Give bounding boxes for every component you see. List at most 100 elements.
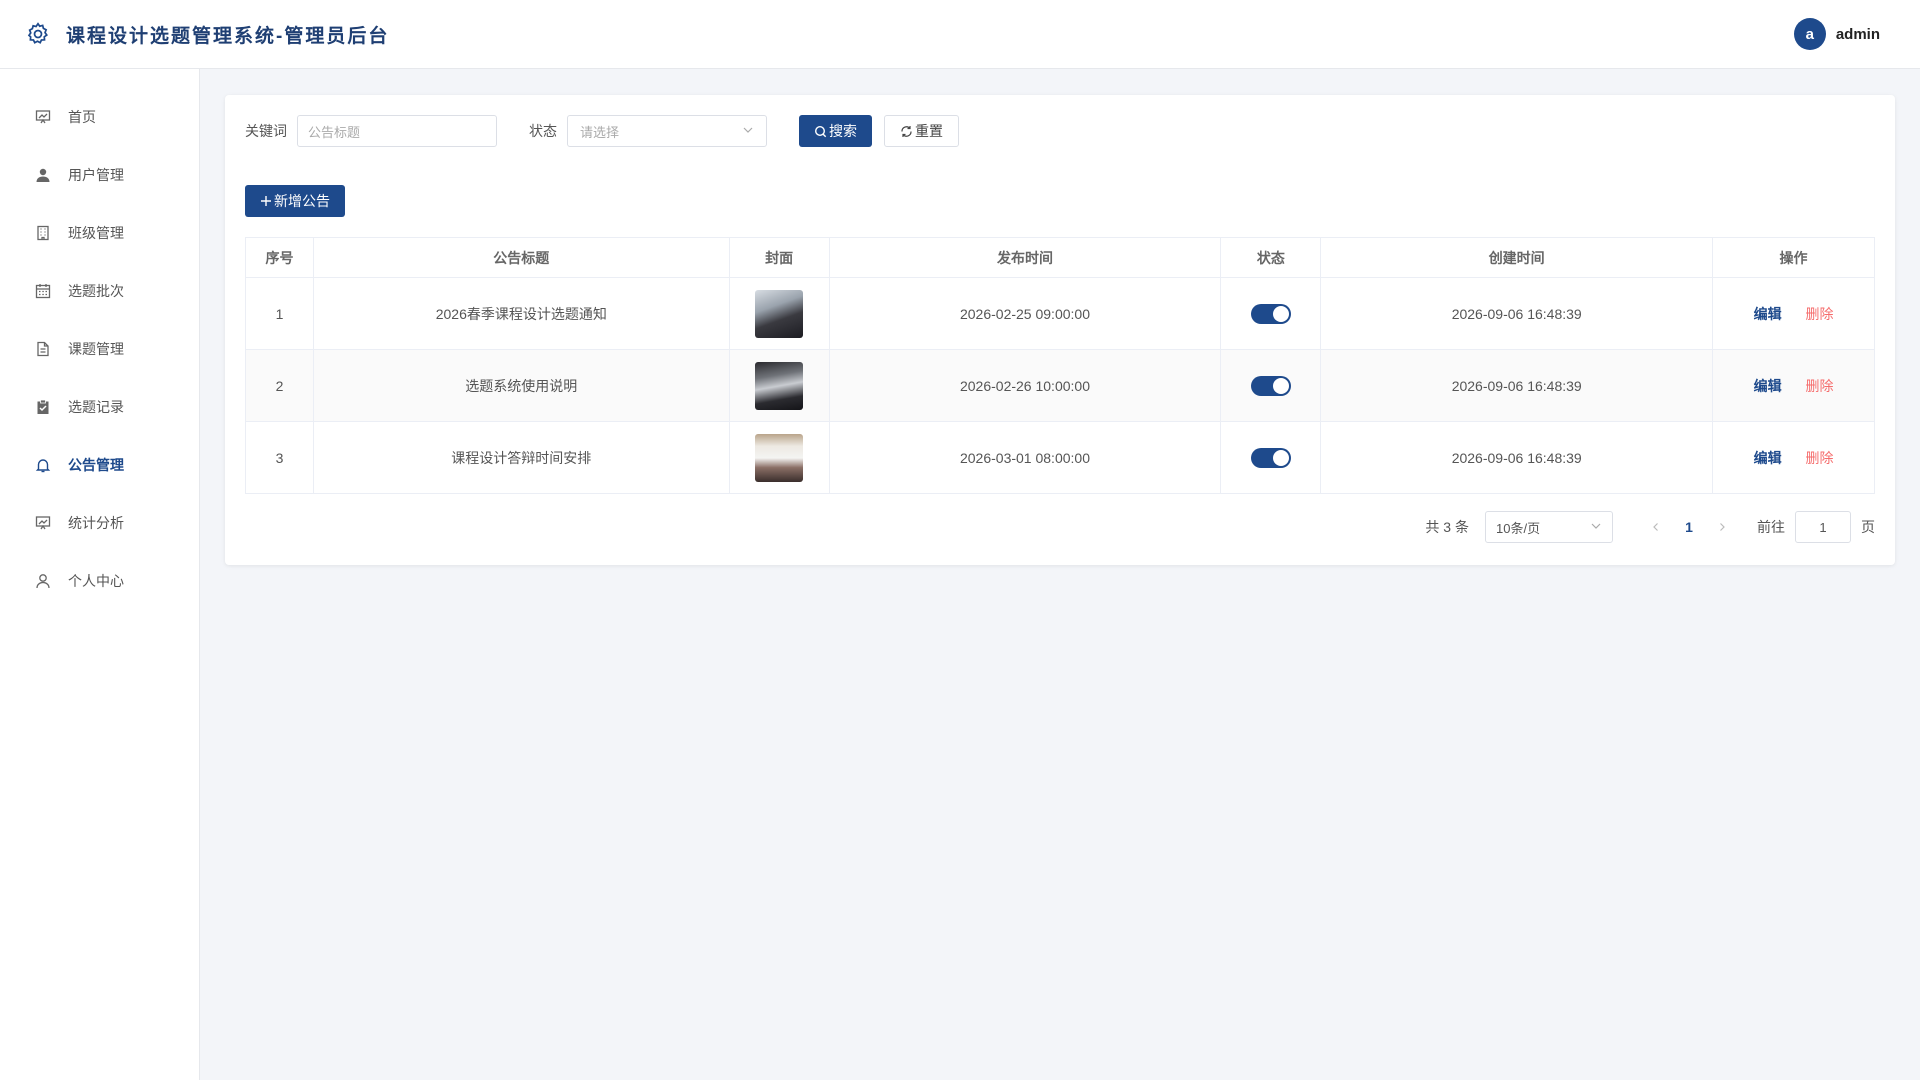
row-status bbox=[1220, 421, 1322, 494]
status-select-placeholder: 请选择 bbox=[580, 124, 620, 140]
sidebar-item-users[interactable]: 用户管理 bbox=[0, 146, 199, 204]
row-actions: 编辑 删除 bbox=[1712, 349, 1875, 422]
gear-icon bbox=[24, 20, 52, 48]
page-size-select[interactable]: 10条/页 bbox=[1485, 511, 1613, 543]
sidebar-item-label: 个人中心 bbox=[68, 573, 124, 589]
row-title: 2026春季课程设计选题通知 bbox=[312, 277, 730, 350]
row-actions: 编辑 删除 bbox=[1712, 277, 1875, 350]
reset-button[interactable]: 重置 bbox=[884, 115, 959, 147]
document-icon bbox=[34, 340, 52, 358]
calendar-icon bbox=[34, 282, 52, 300]
search-button[interactable]: 搜索 bbox=[799, 115, 872, 147]
sidebar-item-records[interactable]: 选题记录 bbox=[0, 378, 199, 436]
search-button-label: 搜索 bbox=[829, 123, 857, 139]
sidebar-item-label: 公告管理 bbox=[68, 457, 124, 473]
column-header-status: 状态 bbox=[1220, 237, 1322, 278]
sidebar-item-label: 首页 bbox=[68, 109, 96, 125]
keyword-label: 关键词 bbox=[245, 123, 287, 139]
announcement-card: 关键词 公告标题 状态 请选择 搜索 重置 新增公告 序号 公告标题 封面 发布… bbox=[225, 95, 1895, 565]
add-button-label: 新增公告 bbox=[274, 193, 330, 209]
sidebar-item-batches[interactable]: 选题批次 bbox=[0, 262, 199, 320]
prev-page-button[interactable] bbox=[1641, 519, 1671, 535]
sidebar-item-home[interactable]: 首页 bbox=[0, 88, 199, 146]
row-status bbox=[1220, 277, 1322, 350]
status-label: 状态 bbox=[529, 123, 557, 139]
edit-button[interactable]: 编辑 bbox=[1754, 450, 1782, 466]
row-index: 2 bbox=[245, 349, 314, 422]
row-created-time: 2026-09-06 16:48:39 bbox=[1320, 349, 1714, 422]
column-header-index: 序号 bbox=[245, 237, 314, 278]
sidebar-item-classes[interactable]: 班级管理 bbox=[0, 204, 199, 262]
delete-button[interactable]: 删除 bbox=[1805, 450, 1833, 466]
goto-label: 前往 bbox=[1757, 519, 1785, 535]
person-outline-icon bbox=[34, 572, 52, 590]
announcement-table: 序号 公告标题 封面 发布时间 状态 创建时间 操作 1 2026春季课程设计选… bbox=[245, 237, 1875, 494]
sidebar-item-topics[interactable]: 课题管理 bbox=[0, 320, 199, 378]
column-header-cover: 封面 bbox=[728, 237, 830, 278]
column-header-actions: 操作 bbox=[1712, 237, 1875, 278]
plus-icon bbox=[260, 195, 272, 207]
cover-thumbnail[interactable] bbox=[755, 361, 804, 410]
sidebar-item-announcements[interactable]: 公告管理 bbox=[0, 436, 199, 494]
chevron-down-icon bbox=[742, 124, 754, 139]
add-announcement-button[interactable]: 新增公告 bbox=[245, 185, 345, 217]
sidebar-item-label: 选题批次 bbox=[68, 283, 124, 299]
sidebar-item-label: 选题记录 bbox=[68, 399, 124, 415]
edit-button[interactable]: 编辑 bbox=[1754, 306, 1782, 322]
building-icon bbox=[34, 224, 52, 242]
cover-thumbnail[interactable] bbox=[755, 433, 804, 482]
row-created-time: 2026-09-06 16:48:39 bbox=[1320, 421, 1714, 494]
next-page-button[interactable] bbox=[1707, 519, 1737, 535]
search-icon bbox=[814, 125, 827, 138]
row-publish-time: 2026-03-01 08:00:00 bbox=[828, 421, 1222, 494]
filter-bar: 关键词 公告标题 状态 请选择 搜索 重置 bbox=[245, 115, 959, 147]
row-cover bbox=[728, 277, 830, 350]
reset-button-label: 重置 bbox=[915, 123, 943, 139]
chart-board-icon bbox=[34, 514, 52, 532]
row-publish-time: 2026-02-25 09:00:00 bbox=[828, 277, 1222, 350]
top-header: 课程设计选题管理系统-管理员后台 a admin bbox=[0, 0, 1920, 69]
current-page[interactable]: 1 bbox=[1671, 519, 1707, 535]
username[interactable]: admin bbox=[1836, 26, 1880, 43]
total-count: 共 3 条 bbox=[1425, 519, 1469, 535]
row-cover bbox=[728, 421, 830, 494]
row-title: 选题系统使用说明 bbox=[312, 349, 730, 422]
user-menu[interactable]: a admin bbox=[1793, 18, 1880, 50]
row-index: 3 bbox=[245, 421, 314, 494]
status-toggle[interactable] bbox=[1250, 375, 1291, 396]
row-index: 1 bbox=[245, 277, 314, 350]
table-header-row: 序号 公告标题 封面 发布时间 状态 创建时间 操作 bbox=[245, 237, 1875, 278]
status-select[interactable]: 请选择 bbox=[567, 115, 767, 147]
sidebar-item-statistics[interactable]: 统计分析 bbox=[0, 494, 199, 552]
edit-button[interactable]: 编辑 bbox=[1754, 378, 1782, 394]
column-header-title: 公告标题 bbox=[312, 237, 730, 278]
sidebar-item-profile[interactable]: 个人中心 bbox=[0, 552, 199, 610]
chevron-down-icon bbox=[1590, 520, 1602, 535]
page-size-value: 10条/页 bbox=[1496, 520, 1541, 536]
goto-page-input[interactable]: 1 bbox=[1795, 511, 1851, 543]
keyword-input[interactable]: 公告标题 bbox=[297, 115, 497, 147]
status-toggle[interactable] bbox=[1250, 447, 1291, 468]
app-title: 课程设计选题管理系统-管理员后台 bbox=[66, 25, 390, 47]
row-created-time: 2026-09-06 16:48:39 bbox=[1320, 277, 1714, 350]
row-title: 课程设计答辩时间安排 bbox=[312, 421, 730, 494]
column-header-publish-time: 发布时间 bbox=[828, 237, 1222, 278]
sidebar-item-label: 用户管理 bbox=[68, 167, 124, 183]
row-actions: 编辑 删除 bbox=[1712, 421, 1875, 494]
clipboard-check-icon bbox=[34, 398, 52, 416]
row-cover bbox=[728, 349, 830, 422]
delete-button[interactable]: 删除 bbox=[1805, 378, 1833, 394]
row-publish-time: 2026-02-26 10:00:00 bbox=[828, 349, 1222, 422]
user-icon bbox=[34, 166, 52, 184]
table-row: 3 课程设计答辩时间安排 2026-03-01 08:00:00 2026-09… bbox=[245, 421, 1875, 494]
page-suffix: 页 bbox=[1861, 519, 1875, 535]
refresh-icon bbox=[900, 125, 913, 138]
chart-board-icon bbox=[34, 108, 52, 126]
status-toggle[interactable] bbox=[1250, 303, 1291, 324]
pagination: 共 3 条 10条/页 1 前往 1 页 bbox=[1425, 511, 1875, 543]
delete-button[interactable]: 删除 bbox=[1805, 306, 1833, 322]
sidebar-item-label: 班级管理 bbox=[68, 225, 124, 241]
sidebar-item-label: 课题管理 bbox=[68, 341, 124, 357]
avatar[interactable]: a bbox=[1793, 18, 1826, 50]
cover-thumbnail[interactable] bbox=[755, 289, 804, 338]
